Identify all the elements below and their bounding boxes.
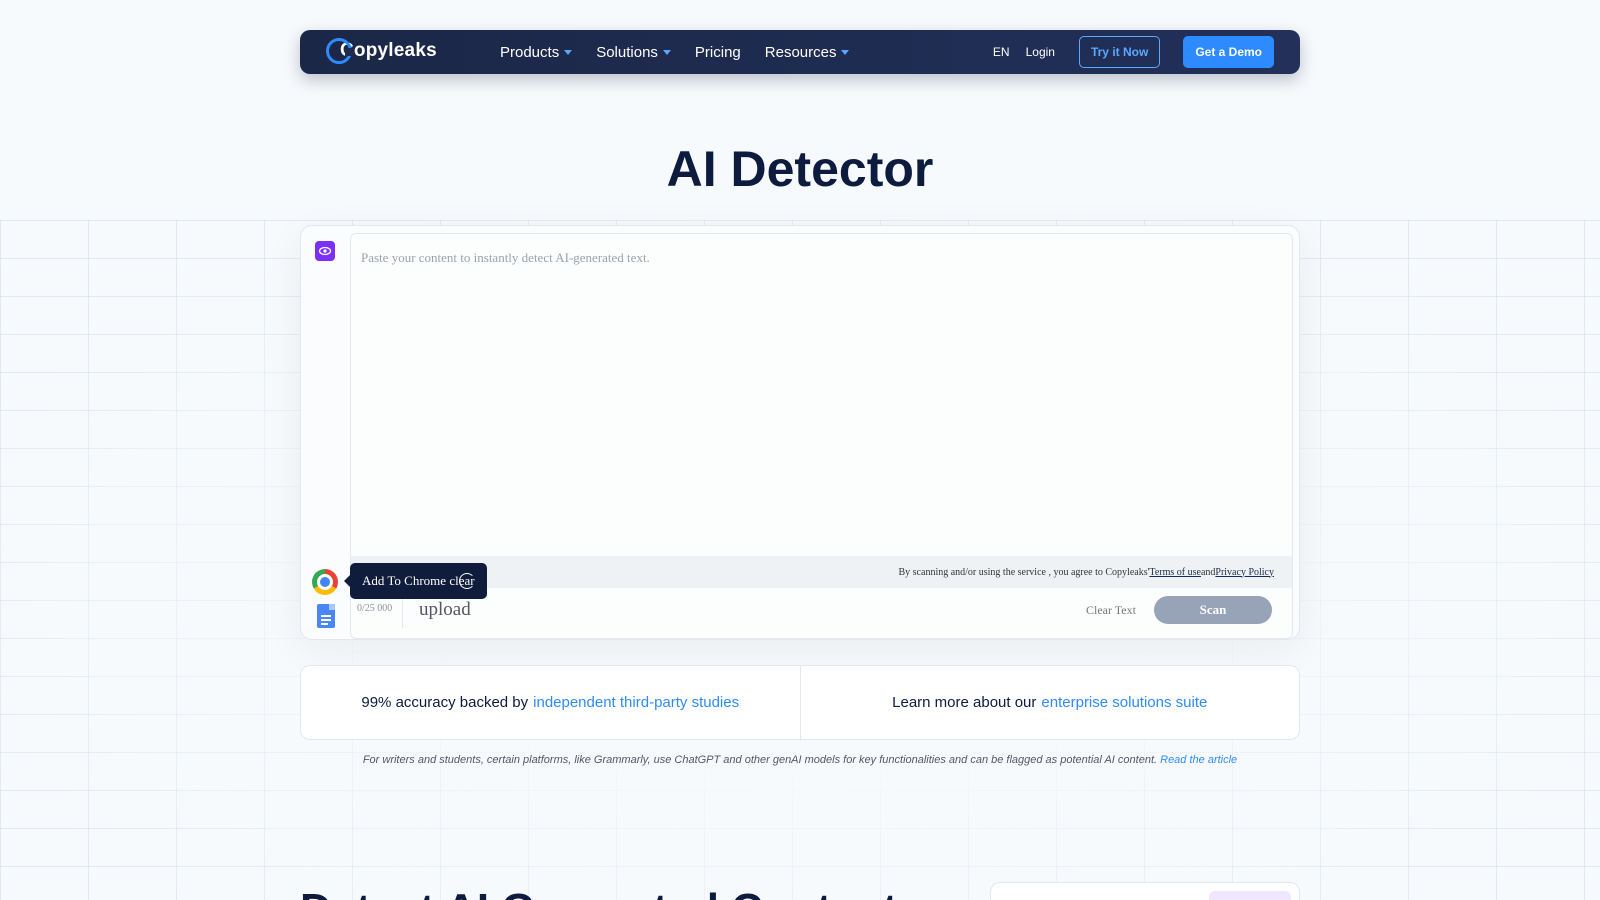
enterprise-info: Learn more about our enterprise solution… [799,666,1300,739]
disclaimer: For writers and students, certain platfo… [0,754,1600,766]
nav-item-label: Pricing [694,43,741,61]
disclaimer-text: For writers and students, certain platfo… [362,754,1161,766]
eye-icon [318,246,332,256]
editor-card: Paste your content to instantly detect A… [300,225,1300,640]
doc-line [321,615,331,617]
nav-item-label: Products [500,43,560,61]
top-navbar: Copyleaks Products Solutions Pricing Res… [300,30,1300,74]
scan-button[interactable]: Scan [1154,596,1272,624]
read-article-link[interactable]: Read the article [1160,754,1237,766]
info-card: 99% accuracy backed by independent third… [300,665,1300,740]
content-textarea[interactable]: Paste your content to instantly detect A… [350,233,1293,639]
nav-item-resources[interactable]: Resources [765,44,850,61]
preview-pill [1209,891,1291,900]
privacy-policy-link[interactable]: Privacy Policy [1215,567,1274,578]
page-title: AI Detector [666,141,934,197]
accuracy-text: 99% accuracy backed by [361,694,529,711]
section-heading: Detect AI Generated Content [300,885,897,900]
preview-card [990,882,1300,900]
terms-bar: By scanning and/or using the service , y… [351,556,1292,588]
terms-prefix: By scanning and/or using the service , y… [898,566,1150,578]
nav-item-pricing[interactable]: Pricing [695,44,741,61]
upload-button[interactable]: upload [419,599,471,621]
editor-bottom-bar: 0/25 000 upload Clear Text Scan [351,588,1292,638]
logo-text: Copyleaks [340,40,437,61]
google-docs-icon[interactable] [317,604,335,628]
get-a-demo-button[interactable]: Get a Demo [1183,36,1274,68]
logo-ring-icon [326,38,353,64]
divider [402,598,403,628]
nav-links: Products Solutions Pricing Resources [500,30,873,74]
caret-down-icon [662,49,671,55]
nav-right: EN Login Try it Now Get a Demo [993,30,1274,74]
nav-item-label: Solutions [596,43,658,61]
studies-link[interactable]: independent third-party studies [533,694,739,711]
nav-item-label: Resources [764,43,837,61]
tooltip-label: Add To Chrome clear [362,573,475,588]
nav-item-products[interactable]: Products [500,43,573,61]
chrome-icon[interactable] [312,569,338,595]
doc-line [321,619,331,621]
nav-item-solutions[interactable]: Solutions [596,44,671,61]
doc-line [321,623,328,625]
character-counter: 0/25 000 [357,603,393,614]
caret-down-icon [564,49,573,55]
try-it-now-button[interactable]: Try it Now [1078,36,1161,68]
enterprise-text: Learn more about our [892,694,1037,711]
add-to-chrome-tooltip[interactable]: Add To Chrome clear [344,563,487,599]
accuracy-info: 99% accuracy backed by independent third… [301,666,800,739]
login-link[interactable]: Login [1026,45,1055,59]
terms-of-use-link[interactable]: Terms of use [1149,567,1201,578]
caret-down-icon [841,49,850,55]
eye-toggle-button[interactable] [315,241,335,261]
copyleaks-logo[interactable]: Copyleaks [326,38,437,64]
enterprise-link[interactable]: enterprise solutions suite [1041,694,1207,711]
clear-text-button[interactable]: Clear Text [1086,603,1136,618]
textarea-placeholder: Paste your content to instantly detect A… [361,250,650,265]
loading-spinner-icon [458,573,475,589]
language-selector[interactable]: EN [993,45,1010,59]
terms-and: and [1200,566,1216,578]
